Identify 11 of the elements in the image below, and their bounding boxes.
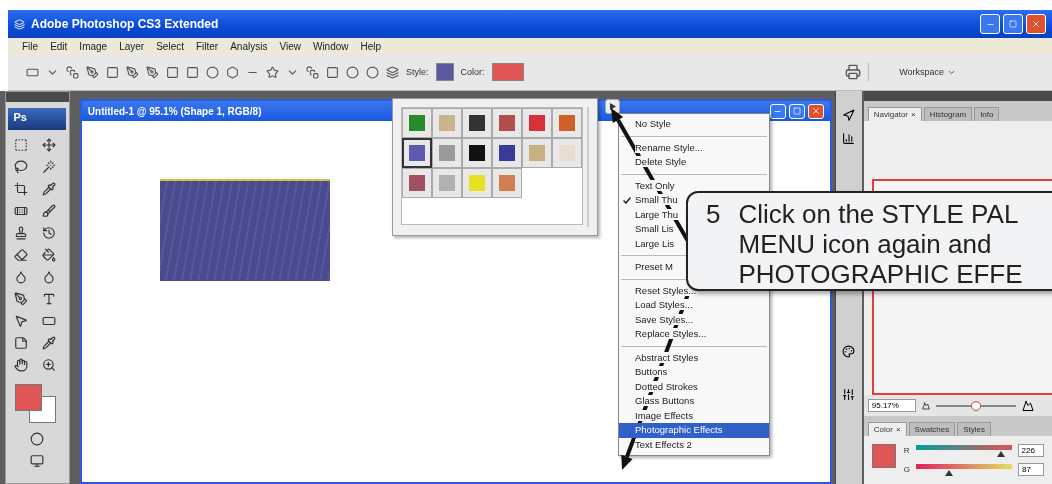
- color-label: Color:: [460, 67, 485, 77]
- style-label: Style:: [406, 67, 429, 77]
- step-number: 5: [706, 199, 721, 229]
- channel-label: G: [903, 465, 910, 474]
- document-title: Untitled-1 @ 95.1% (Shape 1, RGB/8): [87, 105, 262, 117]
- instruction-text: MENU icon again and: [738, 229, 993, 259]
- instruction-text: PHOTOGRAPHIC EFFE: [738, 259, 1024, 289]
- channel-label: R: [903, 446, 910, 455]
- instruction-text: Click on the STYLE PAL: [738, 199, 1020, 229]
- window-title: Adobe Photoshop CS3 Extended: [31, 17, 219, 31]
- logo: Ps: [8, 108, 67, 130]
